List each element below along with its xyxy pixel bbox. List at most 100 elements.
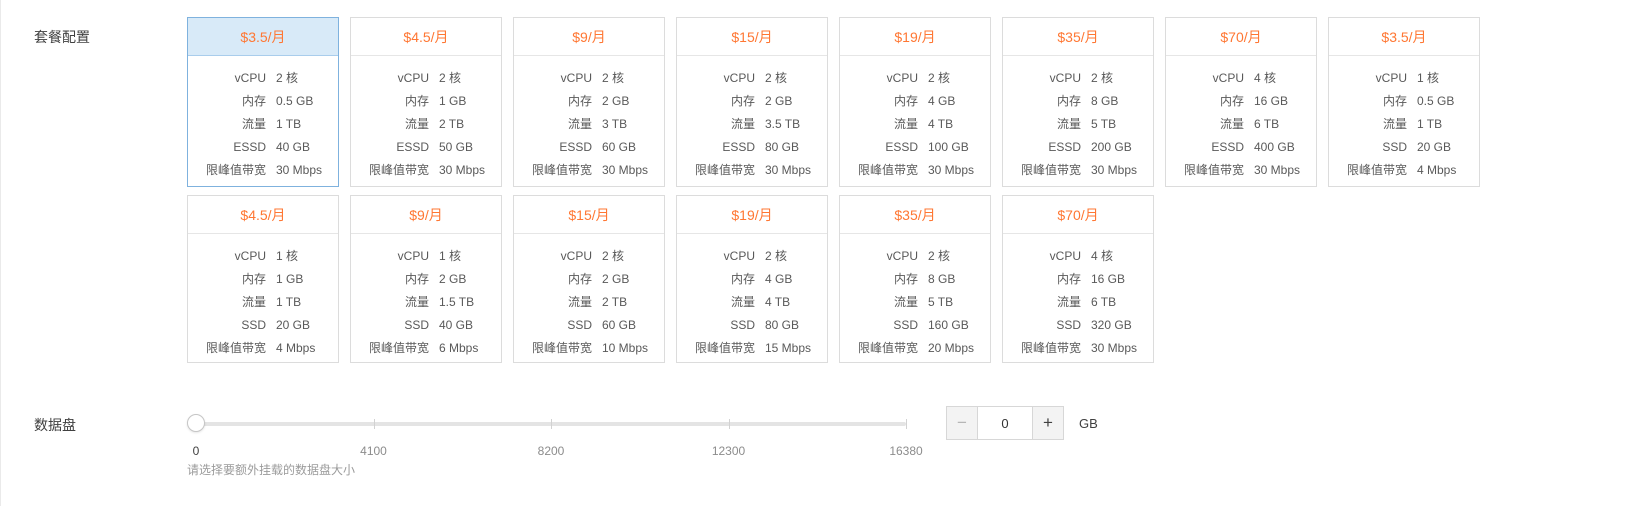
spec-label: 限峰值带宽 xyxy=(840,159,918,182)
spec-row: SSD320 GB xyxy=(1003,314,1153,337)
spec-value: 2 核 xyxy=(928,245,990,268)
spec-value: 80 GB xyxy=(765,314,827,337)
spec-value: 1 核 xyxy=(439,245,501,268)
spec-row: 流量4 TB xyxy=(840,113,990,136)
stepper-plus-button[interactable]: + xyxy=(1032,407,1063,439)
spec-label: 内存 xyxy=(188,90,266,113)
spec-row: 内存 0.5 GB xyxy=(188,90,338,113)
spec-row: 限峰值带宽30 Mbps xyxy=(1003,337,1153,360)
spec-value: 4 GB xyxy=(765,268,827,291)
plan-card[interactable]: $70/月 vCPU4 核内存16 GB流量6 TBESSD400 GB限峰值带… xyxy=(1165,17,1317,187)
spec-label: SSD xyxy=(840,314,918,337)
plan-card[interactable]: $19/月 vCPU2 核内存4 GB流量4 TBESSD100 GB限峰值带宽… xyxy=(839,17,991,187)
plan-specs: vCPU2 核内存8 GB流量5 TBSSD160 GB限峰值带宽20 Mbps xyxy=(840,234,990,360)
plan-specs: vCPU4 核内存16 GB流量6 TBSSD320 GB限峰值带宽30 Mbp… xyxy=(1003,234,1153,360)
spec-label: 流量 xyxy=(677,291,755,314)
spec-label: 流量 xyxy=(188,291,266,314)
plan-price: $9/月 xyxy=(351,196,501,234)
spec-row: vCPU2 核 xyxy=(840,245,990,268)
plan-card[interactable]: $9/月 vCPU1 核内存2 GB流量1.5 TBSSD40 GB限峰值带宽6… xyxy=(350,195,502,363)
spec-row: vCPU2 核 xyxy=(1003,67,1153,90)
plan-specs: vCPU2 核内存0.5 GB流量1 TBESSD40 GB限峰值带宽30 Mb… xyxy=(188,56,338,182)
plan-card[interactable]: $15/月 vCPU2 核内存2 GB流量3.5 TBESSD80 GB限峰值带… xyxy=(676,17,828,187)
plan-card[interactable]: $3.5/月 vCPU2 核内存0.5 GB流量1 TBESSD40 GB限峰值… xyxy=(187,17,339,187)
spec-label: 内存 xyxy=(677,90,755,113)
spec-label: vCPU xyxy=(351,67,429,90)
spec-label: SSD xyxy=(1329,136,1407,159)
plan-card[interactable]: $4.5/月 vCPU2 核内存1 GB流量2 TBESSD50 GB限峰值带宽… xyxy=(350,17,502,187)
plan-card[interactable]: $3.5/月 vCPU1 核内存0.5 GB流量1 TBSSD20 GB限峰值带… xyxy=(1328,17,1480,187)
plan-card[interactable]: $35/月 vCPU2 核内存8 GB流量5 TBSSD160 GB限峰值带宽2… xyxy=(839,195,991,363)
spec-row: vCPU 2 核 xyxy=(677,245,827,268)
spec-value: 20 Mbps xyxy=(928,337,990,360)
stepper-minus-button[interactable]: − xyxy=(947,407,978,439)
spec-label: 内存 xyxy=(351,268,429,291)
spec-value: 1.5 TB xyxy=(439,291,501,314)
spec-row: 流量 1.5 TB xyxy=(351,291,501,314)
spec-row: 内存8 GB xyxy=(1003,90,1153,113)
spec-value: 20 GB xyxy=(276,314,338,337)
spec-label: 流量 xyxy=(351,291,429,314)
spec-value: 8 GB xyxy=(928,268,990,291)
slider-tick-label: 0 xyxy=(193,444,200,458)
spec-value: 5 TB xyxy=(1091,113,1153,136)
spec-value: 2 GB xyxy=(765,90,827,113)
spec-value: 2 核 xyxy=(439,67,501,90)
plan-price: $9/月 xyxy=(514,18,664,56)
spec-value: 4 Mbps xyxy=(276,337,338,360)
spec-value: 10 Mbps xyxy=(602,337,664,360)
spec-value: 40 GB xyxy=(439,314,501,337)
spec-label: vCPU xyxy=(677,245,755,268)
slider-tick xyxy=(551,419,552,429)
spec-value: 30 Mbps xyxy=(1091,159,1153,182)
spec-label: 流量 xyxy=(188,113,266,136)
spec-value: 4 Mbps xyxy=(1417,159,1479,182)
data-disk-size-input[interactable] xyxy=(978,407,1032,439)
spec-value: 4 GB xyxy=(928,90,990,113)
spec-value: 200 GB xyxy=(1091,136,1153,159)
spec-row: 流量6 TB xyxy=(1003,291,1153,314)
spec-label: 限峰值带宽 xyxy=(351,337,429,360)
spec-value: 8 GB xyxy=(1091,90,1153,113)
spec-row: 内存1 GB xyxy=(351,90,501,113)
spec-value: 4 TB xyxy=(928,113,990,136)
spec-row: vCPU1 核 xyxy=(1329,67,1479,90)
plan-card[interactable]: $4.5/月 vCPU1 核内存1 GB流量1 TBSSD20 GB限峰值带宽4… xyxy=(187,195,339,363)
spec-value: 30 Mbps xyxy=(1254,159,1316,182)
spec-value: 0.5 GB xyxy=(1417,90,1479,113)
spec-row: ESSD200 GB xyxy=(1003,136,1153,159)
plan-card-row-2: $4.5/月 vCPU1 核内存1 GB流量1 TBSSD20 GB限峰值带宽4… xyxy=(187,195,1480,363)
plan-specs: vCPU2 核内存2 GB流量3 TBESSD60 GB限峰值带宽30 Mbps xyxy=(514,56,664,182)
stepper-unit-label: GB xyxy=(1079,416,1098,431)
plan-card[interactable]: $70/月 vCPU4 核内存16 GB流量6 TBSSD320 GB限峰值带宽… xyxy=(1002,195,1154,363)
spec-value: 30 Mbps xyxy=(439,159,501,182)
slider-handle[interactable] xyxy=(187,414,205,432)
spec-value: 2 核 xyxy=(765,67,827,90)
spec-label: 内存 xyxy=(351,90,429,113)
spec-label: 内存 xyxy=(1166,90,1244,113)
data-disk-section-label: 数据盘 xyxy=(34,415,76,435)
plan-specs: vCPU1 核内存1 GB流量1 TBSSD20 GB限峰值带宽4 Mbps xyxy=(188,234,338,360)
data-disk-hint: 请选择要额外挂载的数据盘大小 xyxy=(187,461,355,478)
plan-specs: vCPU1 核内存0.5 GB流量1 TBSSD20 GB限峰值带宽4 Mbps xyxy=(1329,56,1479,182)
spec-value: 0.5 GB xyxy=(276,90,338,113)
spec-value: 4 核 xyxy=(1091,245,1153,268)
spec-row: 流量1 TB xyxy=(1329,113,1479,136)
spec-row: ESSD50 GB xyxy=(351,136,501,159)
spec-label: ESSD xyxy=(840,136,918,159)
spec-row: 内存1 GB xyxy=(188,268,338,291)
plan-card[interactable]: $19/月 vCPU2 核内存4 GB流量4 TBSSD80 GB限峰值带宽15… xyxy=(676,195,828,363)
plan-specs: vCPU4 核内存16 GB流量6 TBESSD400 GB限峰值带宽30 Mb… xyxy=(1166,56,1316,182)
spec-label: SSD xyxy=(1003,314,1081,337)
plan-card[interactable]: $9/月 vCPU2 核内存2 GB流量3 TBESSD60 GB限峰值带宽30… xyxy=(513,17,665,187)
spec-value: 2 核 xyxy=(765,245,827,268)
spec-label: 限峰值带宽 xyxy=(1003,337,1081,360)
spec-label: 限峰值带宽 xyxy=(188,159,266,182)
spec-row: 流量5 TB xyxy=(1003,113,1153,136)
spec-value: 60 GB xyxy=(602,314,664,337)
spec-row: 流量2 TB xyxy=(514,291,664,314)
plan-card-row-1: $3.5/月 vCPU2 核内存0.5 GB流量1 TBESSD40 GB限峰值… xyxy=(187,17,1480,187)
plan-card[interactable]: $35/月 vCPU2 核内存8 GB流量5 TBESSD200 GB限峰值带宽… xyxy=(1002,17,1154,187)
plan-card[interactable]: $15/月 vCPU2 核内存2 GB流量2 TBSSD60 GB限峰值带宽10… xyxy=(513,195,665,363)
spec-row: 限峰值带宽6 Mbps xyxy=(351,337,501,360)
